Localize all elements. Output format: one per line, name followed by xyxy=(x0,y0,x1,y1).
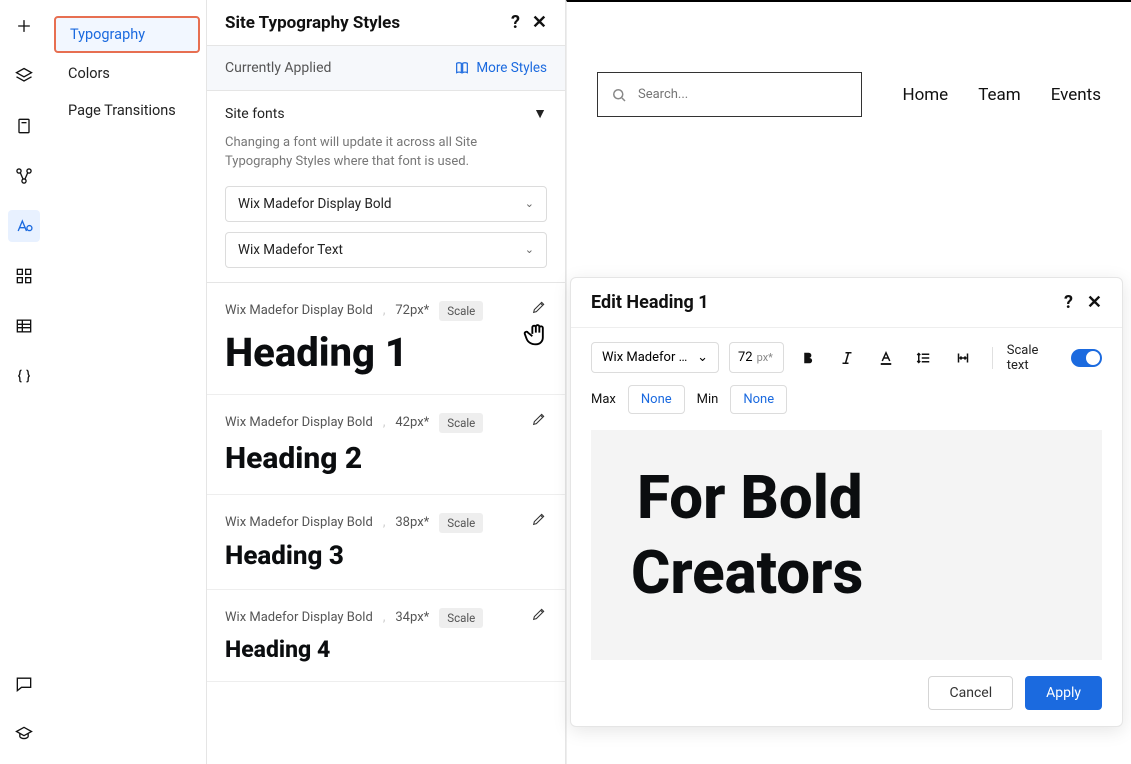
cursor-pointer-icon xyxy=(523,321,551,353)
min-label: Min xyxy=(697,392,719,407)
nav-link-events[interactable]: Events xyxy=(1051,85,1101,105)
typography-icon[interactable] xyxy=(8,210,40,242)
apply-button[interactable]: Apply xyxy=(1025,676,1102,710)
comment-icon[interactable] xyxy=(8,668,40,700)
heading-preview-h2: Heading 2 xyxy=(225,441,547,476)
book-icon xyxy=(454,60,470,76)
scale-text-label: Scale text xyxy=(1007,343,1062,373)
site-nav: Home Team Events xyxy=(902,85,1101,105)
max-value-input[interactable]: None xyxy=(628,385,685,414)
search-box[interactable] xyxy=(597,72,862,117)
heading-list: Wix Madefor Display Bold, 72px* Scale He… xyxy=(207,283,565,764)
edit-heading-icon[interactable] xyxy=(531,511,547,531)
apps-icon[interactable] xyxy=(8,260,40,292)
help-icon[interactable]: ? xyxy=(511,12,520,33)
cancel-button[interactable]: Cancel xyxy=(928,676,1013,710)
design-submenu: Typography Colors Page Transitions xyxy=(48,0,206,764)
chevron-down-icon: ▼ xyxy=(533,105,547,122)
nodes-icon[interactable] xyxy=(8,160,40,192)
edit-panel-title: Edit Heading 1 xyxy=(591,292,709,313)
site-fonts-description: Changing a font will update it across al… xyxy=(225,134,547,172)
heading-block-h1[interactable]: Wix Madefor Display Bold, 72px* Scale He… xyxy=(207,283,565,395)
font-family-select[interactable]: Wix Madefor Di… ⌄ xyxy=(591,342,719,373)
edit-heading-icon[interactable] xyxy=(531,411,547,431)
edit-toolbar: Wix Madefor Di… ⌄ 72 px* Scale text xyxy=(571,328,1122,381)
edit-heading-icon[interactable] xyxy=(531,299,547,319)
currently-applied-label: Currently Applied xyxy=(225,60,331,76)
chevron-down-icon: ⌄ xyxy=(697,350,708,365)
chevron-down-icon: ⌄ xyxy=(525,243,534,256)
scale-badge: Scale xyxy=(439,301,483,321)
edit-panel-footer: Cancel Apply xyxy=(571,660,1122,726)
max-min-row: Max None Min None xyxy=(571,381,1122,430)
heading-preview-h1: Heading 1 xyxy=(225,329,547,376)
site-fonts-section: Site fonts ▼ Changing a font will update… xyxy=(207,91,565,283)
layers-icon[interactable] xyxy=(8,60,40,92)
text-color-button[interactable] xyxy=(871,343,900,373)
secondary-font-select[interactable]: Wix Madefor Text ⌄ xyxy=(225,232,547,268)
max-label: Max xyxy=(591,392,616,407)
site-header: Home Team Events xyxy=(567,72,1131,117)
typography-panel-title: Site Typography Styles xyxy=(225,13,400,33)
add-icon[interactable] xyxy=(8,10,40,42)
edit-heading-panel: Edit Heading 1 ? ✕ Wix Madefor Di… ⌄ 72 … xyxy=(570,277,1123,727)
submenu-item-typography[interactable]: Typography xyxy=(54,16,200,53)
heading-block-h2[interactable]: Wix Madefor Display Bold, 42px* Scale He… xyxy=(207,395,565,495)
italic-button[interactable] xyxy=(832,343,861,373)
close-icon[interactable]: ✕ xyxy=(1087,292,1102,313)
heading-preview-text[interactable]: For Bold Creators xyxy=(631,460,1062,610)
learn-icon[interactable] xyxy=(8,718,40,750)
typography-panel-header: Site Typography Styles ? ✕ xyxy=(207,0,565,46)
scale-text-toggle[interactable] xyxy=(1071,349,1102,367)
search-input[interactable] xyxy=(638,87,838,102)
close-icon[interactable]: ✕ xyxy=(532,12,547,33)
primary-font-select[interactable]: Wix Madefor Display Bold ⌄ xyxy=(225,186,547,222)
scale-badge: Scale xyxy=(439,413,483,433)
heading-block-h3[interactable]: Wix Madefor Display Bold, 38px* Scale He… xyxy=(207,495,565,590)
table-icon[interactable] xyxy=(8,310,40,342)
scale-badge: Scale xyxy=(439,608,483,628)
line-height-button[interactable] xyxy=(910,343,939,373)
heading-preview-h4: Heading 4 xyxy=(225,636,547,663)
submenu-item-colors[interactable]: Colors xyxy=(48,55,206,92)
search-icon xyxy=(610,86,628,104)
code-braces-icon[interactable] xyxy=(8,360,40,392)
font-size-input[interactable]: 72 px* xyxy=(729,342,784,373)
nav-link-team[interactable]: Team xyxy=(978,85,1021,105)
edit-heading-icon[interactable] xyxy=(531,606,547,626)
page-icon[interactable] xyxy=(8,110,40,142)
nav-link-home[interactable]: Home xyxy=(902,85,948,105)
edit-preview-area: For Bold Creators xyxy=(591,430,1102,660)
help-icon[interactable]: ? xyxy=(1064,292,1073,313)
min-value-input[interactable]: None xyxy=(730,385,787,414)
submenu-item-page-transitions[interactable]: Page Transitions xyxy=(48,92,206,129)
chevron-down-icon: ⌄ xyxy=(525,197,534,210)
site-fonts-header[interactable]: Site fonts ▼ xyxy=(225,105,547,126)
toolbar-divider xyxy=(992,347,993,369)
left-icon-rail xyxy=(0,0,48,764)
typography-panel: Site Typography Styles ? ✕ Currently App… xyxy=(206,0,566,764)
heading-preview-h3: Heading 3 xyxy=(225,541,547,571)
currently-applied-section: Currently Applied More Styles xyxy=(207,46,565,91)
more-styles-link[interactable]: More Styles xyxy=(454,60,547,76)
letter-spacing-button[interactable] xyxy=(949,343,978,373)
scale-badge: Scale xyxy=(439,513,483,533)
bold-button[interactable] xyxy=(794,343,823,373)
heading-block-h4[interactable]: Wix Madefor Display Bold, 34px* Scale He… xyxy=(207,590,565,682)
edit-panel-header: Edit Heading 1 ? ✕ xyxy=(571,278,1122,328)
